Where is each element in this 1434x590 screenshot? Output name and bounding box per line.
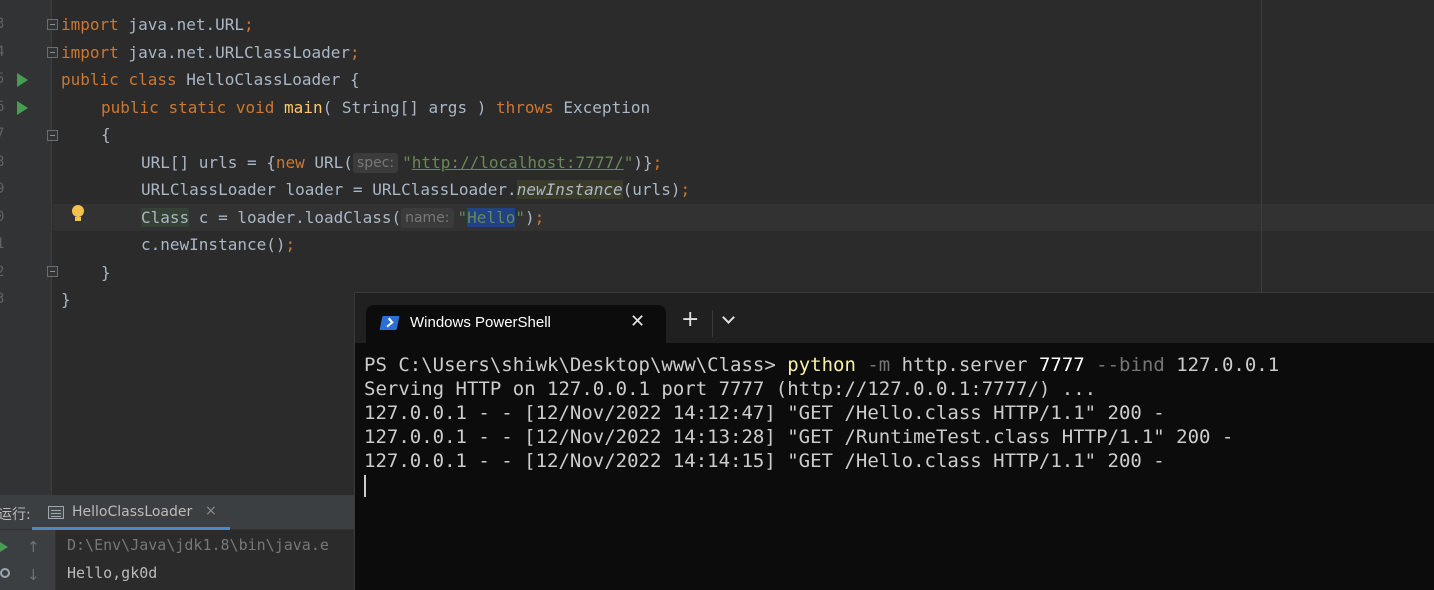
- terminal-tab[interactable]: Windows PowerShell ✕: [366, 305, 666, 343]
- close-icon[interactable]: ×: [205, 503, 217, 519]
- line-number: 3: [0, 16, 5, 32]
- powershell-window[interactable]: Windows PowerShell ✕ + PS C:\Users\shiwk…: [354, 292, 1434, 590]
- console-line: D:\Env\Java\jdk1.8\bin\java.e: [67, 536, 329, 554]
- line-number: 5: [0, 71, 5, 87]
- terminal-tab-title: Windows PowerShell: [410, 314, 551, 331]
- bulb-icon[interactable]: [72, 205, 84, 225]
- code-line: {: [101, 125, 111, 144]
- fold-icon[interactable]: [47, 266, 58, 277]
- rerun-icon[interactable]: [0, 542, 8, 552]
- terminal-cursor: [364, 475, 366, 497]
- editor-gutter: 3 4 5 6 7 8 9 0 1 2 3: [0, 0, 52, 495]
- right-margin-guide: [1261, 0, 1262, 292]
- run-panel: 运行: HelloClassLoader × ↑ ↓ D:\Env\Java\j…: [0, 495, 355, 590]
- console-tab-icon: [48, 506, 64, 519]
- code-line: c.newInstance();: [141, 235, 296, 254]
- terminal-output-line: Serving HTTP on 127.0.0.1 port 7777 (htt…: [364, 378, 1097, 400]
- url-link[interactable]: http://localhost:7777/: [412, 153, 624, 172]
- run-toolbar: ↑ ↓: [0, 530, 55, 590]
- terminal-output-line: 127.0.0.1 - - [12/Nov/2022 14:13:28] "GE…: [364, 426, 1234, 448]
- chevron-down-icon[interactable]: [722, 311, 735, 324]
- run-class-icon[interactable]: [17, 73, 28, 87]
- run-panel-title: 运行:: [0, 507, 31, 523]
- line-number: 0: [0, 209, 5, 225]
- code-line: URLClassLoader loader = URLClassLoader.n…: [141, 180, 691, 199]
- run-panel-header: 运行: HelloClassLoader ×: [0, 495, 355, 530]
- fold-icon[interactable]: [47, 130, 58, 141]
- close-icon[interactable]: ✕: [630, 311, 645, 332]
- terminal-output-line: 127.0.0.1 - - [12/Nov/2022 14:14:15] "GE…: [364, 450, 1165, 472]
- terminal-output-line: 127.0.0.1 - - [12/Nov/2022 14:12:47] "GE…: [364, 402, 1165, 424]
- line-number: 9: [0, 181, 5, 197]
- code-line: }: [61, 290, 71, 309]
- param-hint: spec:: [352, 153, 399, 173]
- line-number: 2: [0, 264, 5, 280]
- terminal-titlebar: Windows PowerShell ✕ +: [355, 293, 1434, 343]
- run-tab-helloclassloader[interactable]: HelloClassLoader ×: [32, 495, 230, 530]
- run-tab-label: HelloClassLoader: [72, 504, 193, 520]
- code-line: import java.net.URLClassLoader;: [61, 43, 360, 62]
- code-line: import java.net.URL;: [61, 15, 254, 34]
- fold-icon[interactable]: [47, 19, 58, 30]
- selected-text: Hello: [467, 208, 516, 227]
- divider: [712, 310, 713, 337]
- console-line: Hello,gk0d: [67, 564, 158, 582]
- line-number: 8: [0, 154, 5, 170]
- fold-icon[interactable]: [47, 47, 58, 58]
- plus-icon[interactable]: +: [681, 309, 699, 331]
- code-line: Class c = loader.loadClass(name: "Hello")…: [141, 208, 545, 228]
- line-number: 6: [0, 99, 5, 115]
- line-number: 1: [0, 236, 5, 252]
- terminal-command-line: PS C:\Users\shiwk\Desktop\www\Class> pyt…: [364, 354, 1280, 376]
- arrow-up-icon[interactable]: ↑: [27, 538, 40, 556]
- powershell-icon: [379, 316, 400, 330]
- code-line: URL[] urls = {new URL(spec: "http://local…: [141, 153, 663, 173]
- arrow-down-icon[interactable]: ↓: [27, 566, 40, 584]
- line-number: 3: [0, 291, 5, 307]
- run-main-icon[interactable]: [17, 101, 28, 115]
- code-line: public static void main( String[] args )…: [101, 98, 651, 117]
- code-line: }: [101, 263, 111, 282]
- line-number: 7: [0, 126, 5, 142]
- param-hint: name:: [401, 208, 454, 228]
- line-number: 4: [0, 44, 5, 60]
- code-line: public class HelloClassLoader {: [61, 70, 360, 89]
- wrench-icon[interactable]: [0, 568, 10, 578]
- divider: [55, 530, 56, 590]
